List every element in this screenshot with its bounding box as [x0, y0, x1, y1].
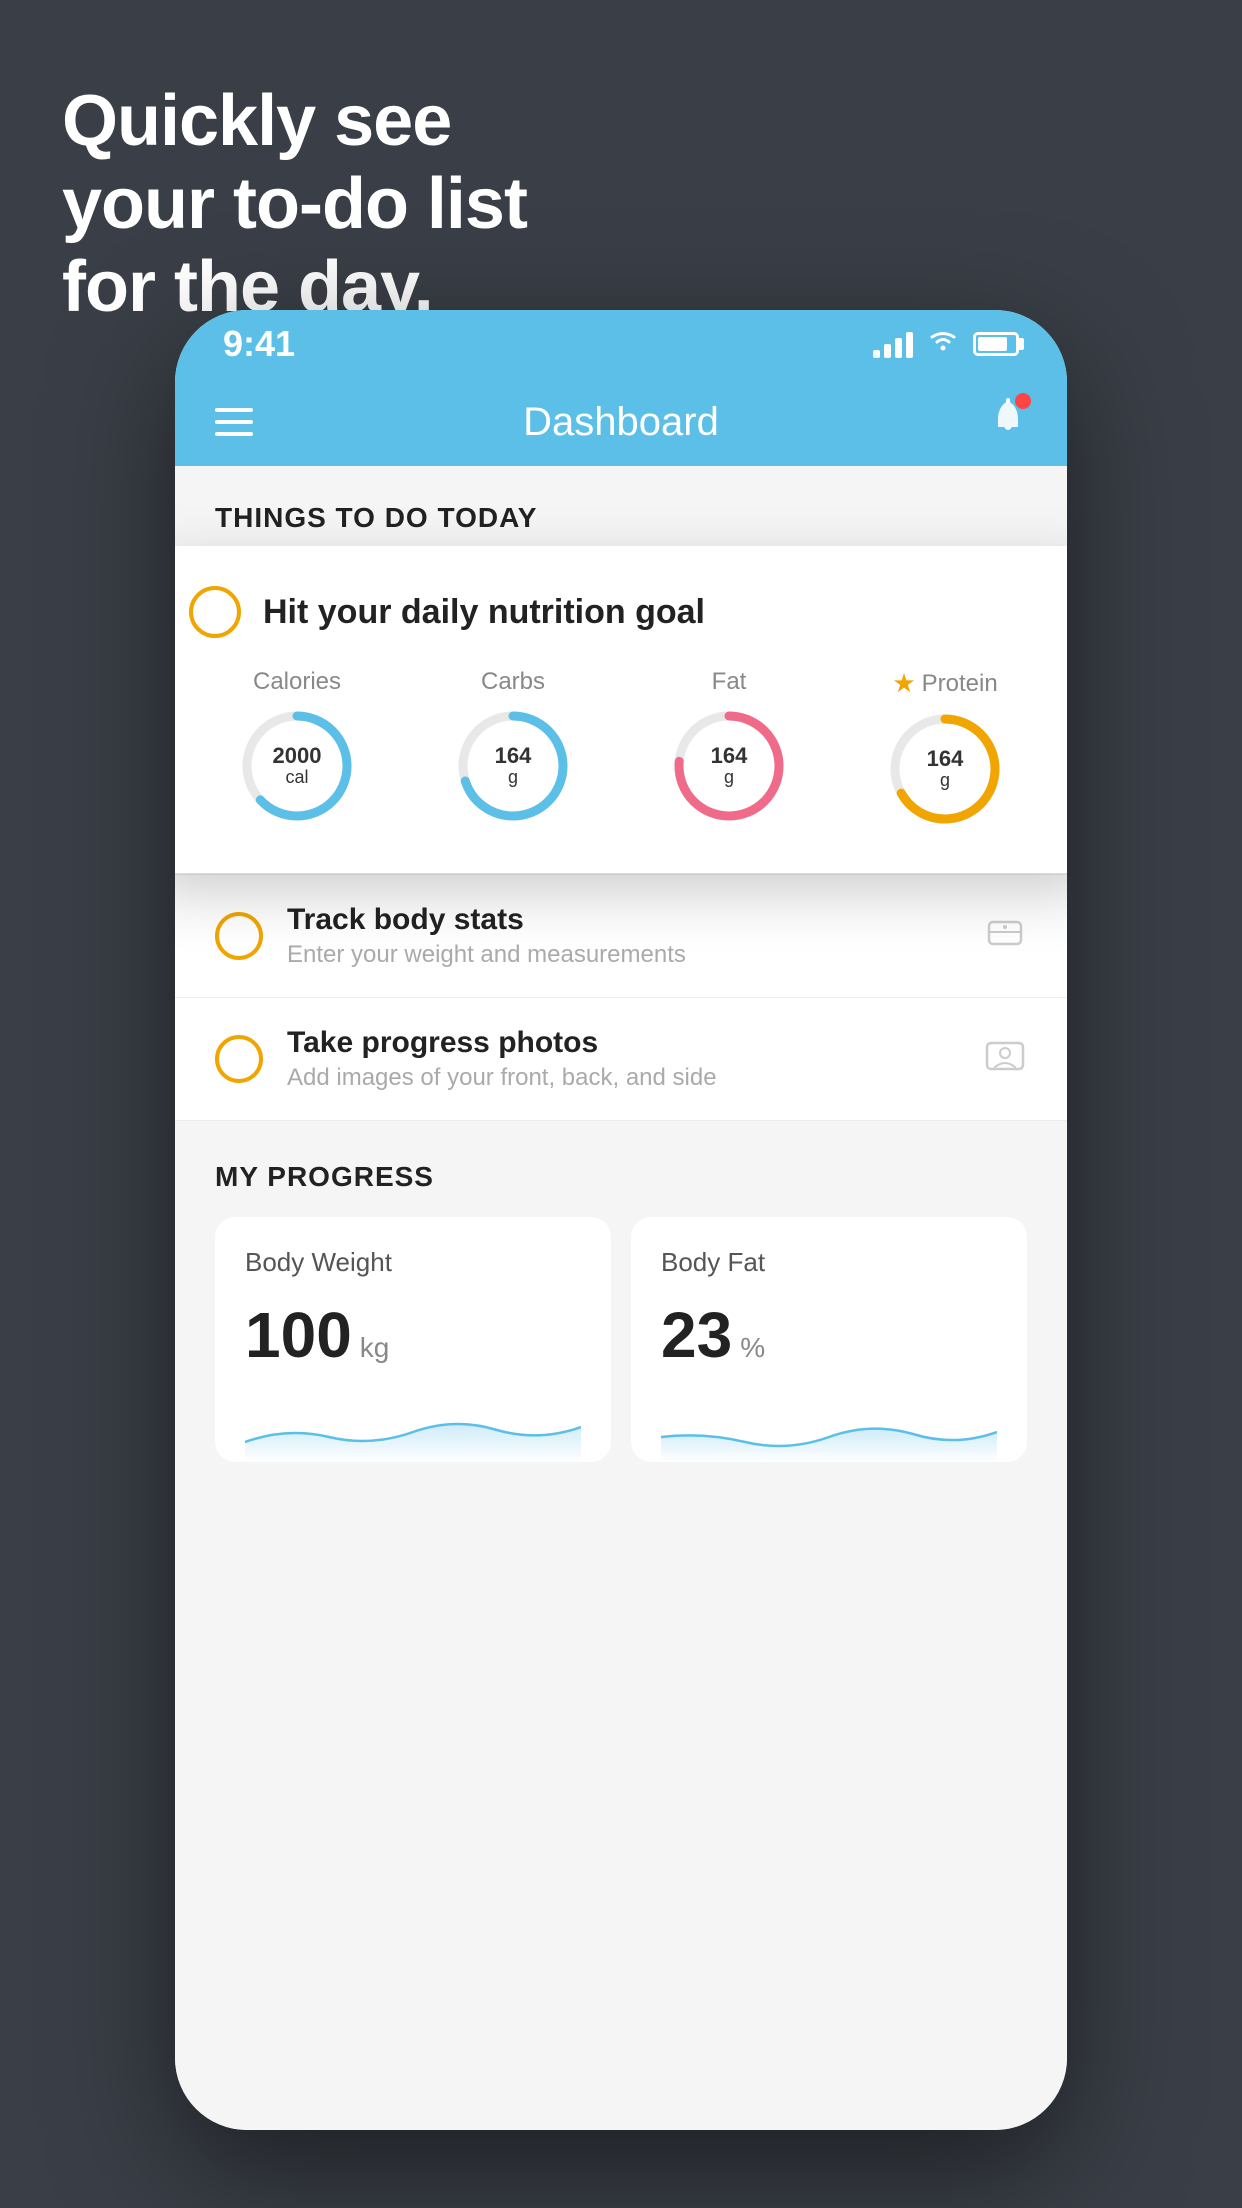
todo-item-photos[interactable]: Take progress photos Add images of your …: [175, 998, 1067, 1121]
nutrition-check-circle: [189, 586, 241, 638]
body-weight-value-container: 100 kg: [245, 1298, 581, 1372]
wifi-icon: [927, 328, 959, 360]
progress-section: MY PROGRESS Body Weight 100 kg: [175, 1121, 1067, 1482]
notification-dot: [1015, 393, 1031, 409]
fat-ring: 164 g: [669, 706, 789, 826]
signal-icon: [873, 330, 913, 358]
status-time: 9:41: [223, 323, 295, 365]
todo-item-body-stats[interactable]: Track body stats Enter your weight and m…: [175, 875, 1067, 998]
body-weight-number: 100: [245, 1298, 352, 1372]
bodystats-title: Track body stats: [287, 903, 959, 937]
calories-value: 2000: [273, 744, 322, 768]
carbs-ring: 164 g: [453, 706, 573, 826]
carbs-label: Carbs: [481, 668, 545, 696]
photos-title: Take progress photos: [287, 1026, 959, 1060]
battery-icon: [973, 332, 1019, 356]
photos-text: Take progress photos Add images of your …: [287, 1026, 959, 1092]
nutrition-metrics: Calories 2000 cal: [189, 668, 1053, 829]
photos-subtitle: Add images of your front, back, and side: [287, 1064, 959, 1092]
headline-text: Quickly see your to-do list for the day.: [62, 80, 527, 328]
nutrition-card-header: Hit your daily nutrition goal: [189, 586, 1053, 638]
calories-unit: cal: [273, 768, 322, 788]
calories-ring: 2000 cal: [237, 706, 357, 826]
bodystats-subtitle: Enter your weight and measurements: [287, 941, 959, 969]
body-fat-value-container: 23 %: [661, 1298, 997, 1372]
things-section-header: THINGS TO DO TODAY: [175, 466, 1067, 552]
nav-title: Dashboard: [523, 400, 719, 445]
metric-fat: Fat 164 g: [669, 668, 789, 826]
nutrition-card-title: Hit your daily nutrition goal: [263, 593, 705, 632]
body-weight-chart: [245, 1392, 581, 1462]
fat-label: Fat: [712, 668, 747, 696]
body-fat-card-title: Body Fat: [661, 1247, 997, 1278]
body-fat-number: 23: [661, 1298, 732, 1372]
protein-value: 164: [927, 747, 964, 771]
body-fat-card[interactable]: Body Fat 23 %: [631, 1217, 1027, 1462]
bodystats-check-circle: [215, 912, 263, 960]
photo-person-icon: [983, 1037, 1027, 1082]
body-weight-unit: kg: [360, 1332, 390, 1364]
nav-bar: Dashboard: [175, 378, 1067, 466]
scale-icon: [983, 914, 1027, 959]
app-content: THINGS TO DO TODAY Hit your daily nutrit…: [175, 466, 1067, 2130]
status-bar: 9:41: [175, 310, 1067, 378]
body-weight-card[interactable]: Body Weight 100 kg: [215, 1217, 611, 1462]
menu-button[interactable]: [215, 408, 253, 436]
things-title: THINGS TO DO TODAY: [215, 502, 537, 533]
bodystats-text: Track body stats Enter your weight and m…: [287, 903, 959, 969]
phone-mockup: 9:41: [175, 310, 1067, 2130]
progress-title: MY PROGRESS: [215, 1161, 1027, 1193]
progress-cards: Body Weight 100 kg: [215, 1217, 1027, 1462]
nutrition-card[interactable]: Hit your daily nutrition goal Calories: [175, 546, 1067, 873]
carbs-unit: g: [495, 768, 532, 788]
fat-value: 164: [711, 744, 748, 768]
metric-carbs: Carbs 164 g: [453, 668, 573, 826]
metric-calories: Calories 2000 cal: [237, 668, 357, 826]
carbs-value: 164: [495, 744, 532, 768]
protein-unit: g: [927, 771, 964, 791]
notification-button[interactable]: [989, 397, 1027, 447]
star-icon: ★: [892, 668, 915, 699]
protein-ring: 164 g: [885, 709, 1005, 829]
photos-check-circle: [215, 1035, 263, 1083]
status-icons: [873, 328, 1019, 360]
phone-frame: 9:41: [175, 310, 1067, 2130]
body-fat-unit: %: [740, 1332, 765, 1364]
metric-protein: ★ Protein 164 g: [885, 668, 1005, 829]
body-fat-chart: [661, 1392, 997, 1462]
calories-label: Calories: [253, 668, 341, 696]
body-weight-card-title: Body Weight: [245, 1247, 581, 1278]
fat-unit: g: [711, 768, 748, 788]
protein-label: ★ Protein: [892, 668, 997, 699]
